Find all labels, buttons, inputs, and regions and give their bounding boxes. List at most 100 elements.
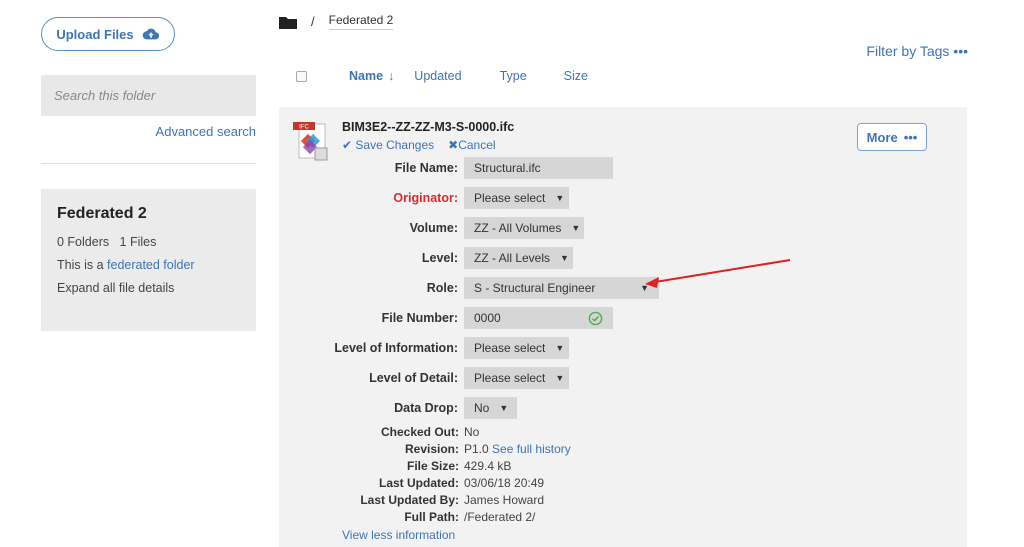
field-value: Please select — [474, 341, 546, 355]
caret-down-icon: ▼ — [571, 223, 581, 233]
breadcrumb: / Federated 2 — [279, 13, 394, 30]
meta-label: Last Updated By: — [360, 493, 459, 507]
caret-down-icon: ▼ — [555, 373, 565, 383]
folder-title: Federated 2 — [57, 205, 147, 222]
meta-value: 03/06/18 20:49 — [464, 476, 545, 490]
meta-last-updated: Last Updated: 03/06/18 20:49 — [279, 475, 544, 492]
meta-label: Last Updated: — [378, 476, 459, 490]
field-value: ZZ - All Levels — [474, 251, 551, 265]
field-role: Role: S - Structural Engineer ▼ — [279, 277, 659, 299]
more-button[interactable]: More ••• — [857, 123, 927, 151]
field-value: ZZ - All Volumes — [474, 221, 562, 235]
advanced-search-link[interactable]: Advanced search — [156, 124, 256, 139]
file-name-input[interactable]: Structural.ifc — [464, 157, 613, 179]
field-volume: Volume: ZZ - All Volumes ▼ — [279, 217, 584, 239]
save-changes-button[interactable]: ✔ Save Changes — [342, 138, 434, 152]
column-updated[interactable]: Updated — [414, 69, 461, 83]
field-label: Role: — [426, 281, 458, 295]
field-value: Please select — [474, 191, 546, 205]
field-label: Originator: — [393, 191, 458, 205]
meta-full-path: Full Path: /Federated 2/ — [279, 509, 535, 526]
column-headers: Name ↓ Updated Type Size — [296, 69, 588, 83]
meta-revision: Revision: P1.0 See full history — [279, 441, 571, 458]
upload-files-label: Upload Files — [56, 26, 134, 42]
field-label: File Name: — [394, 161, 458, 175]
valid-check-icon — [588, 311, 603, 325]
field-file-name: File Name: Structural.ifc — [279, 157, 613, 179]
upload-files-button[interactable]: Upload Files — [41, 17, 175, 51]
meta-updated-by: Last Updated By: James Howard — [279, 492, 544, 509]
cancel-button[interactable]: ✖Cancel — [448, 138, 495, 152]
sort-desc-icon[interactable]: ↓ — [388, 69, 394, 83]
file-number-input[interactable]: 0000 — [464, 307, 613, 329]
meta-label: Full Path: — [404, 510, 459, 524]
edit-actions: ✔ Save Changes ✖Cancel — [342, 138, 496, 152]
field-label: Level of Information: — [334, 341, 458, 355]
breadcrumb-separator: / — [311, 14, 315, 29]
view-less-link[interactable]: View less information — [342, 528, 455, 542]
caret-down-icon: ▼ — [640, 283, 649, 293]
field-file-number: File Number: 0000 — [279, 307, 613, 329]
federated-folder-link[interactable]: federated folder — [107, 258, 195, 272]
field-label: Level of Detail: — [369, 371, 458, 385]
field-label: Volume: — [409, 221, 458, 235]
save-changes-label: Save Changes — [355, 138, 435, 152]
data-drop-select[interactable]: No ▼ — [464, 397, 517, 419]
folder-counts: 0 Folders 1 Files — [57, 235, 240, 249]
select-all-checkbox[interactable] — [296, 70, 307, 82]
file-details-panel: IFC BIM3E2--ZZ-ZZ-M3-S-0000.ifc ✔ Save C… — [279, 107, 967, 547]
meta-label: Checked Out: — [380, 425, 459, 439]
originator-select[interactable]: Please select ▼ — [464, 187, 569, 209]
field-value: 0000 — [474, 311, 501, 325]
filter-by-tags-button[interactable]: Filter by Tags ••• — [866, 43, 968, 59]
divider — [41, 163, 256, 164]
meta-file-size: File Size: 429.4 kB — [279, 458, 511, 475]
level-of-information-select[interactable]: Please select ▼ — [464, 337, 569, 359]
column-type[interactable]: Type — [500, 69, 527, 83]
expand-all-link[interactable]: Expand all file details — [57, 281, 240, 295]
meta-value: James Howard — [464, 493, 545, 507]
cancel-x-icon: ✖ — [448, 138, 459, 152]
file-title[interactable]: BIM3E2--ZZ-ZZ-M3-S-0000.ifc — [342, 120, 514, 134]
search-placeholder: Search this folder — [54, 88, 156, 103]
field-level-of-information: Level of Information: Please select ▼ — [279, 337, 569, 359]
federated-prefix: This is a — [57, 258, 108, 272]
meta-value: /Federated 2/ — [464, 510, 536, 524]
folders-count: 0 Folders — [57, 235, 110, 249]
field-label: Data Drop: — [394, 401, 458, 415]
field-value: Please select — [474, 371, 546, 385]
column-size[interactable]: Size — [564, 69, 588, 83]
field-value: S - Structural Engineer — [474, 281, 596, 295]
meta-label: Revision: — [404, 442, 459, 456]
files-count: 1 Files — [119, 235, 157, 249]
field-level: Level: ZZ - All Levels ▼ — [279, 247, 573, 269]
caret-down-icon: ▼ — [499, 403, 509, 413]
field-originator: Originator: Please select ▼ — [279, 187, 569, 209]
role-select[interactable]: S - Structural Engineer ▼ — [464, 277, 659, 299]
federated-note: This is a federated folder — [57, 258, 240, 272]
meta-checked-out: Checked Out: No — [279, 424, 479, 441]
cloud-upload-icon — [142, 28, 159, 40]
ifc-file-icon: IFC — [293, 122, 328, 161]
field-label: Level: — [421, 251, 458, 265]
cancel-label: Cancel — [458, 138, 496, 152]
level-of-detail-select[interactable]: Please select ▼ — [464, 367, 569, 389]
breadcrumb-current: Federated 2 — [328, 13, 394, 30]
field-label: File Number: — [381, 311, 458, 325]
caret-down-icon: ▼ — [555, 193, 565, 203]
search-input[interactable]: Search this folder — [41, 75, 256, 116]
full-history-link[interactable]: See full history — [492, 442, 571, 456]
folder-info-panel: Federated 2 0 Folders 1 Files This is a … — [41, 189, 256, 331]
field-level-of-detail: Level of Detail: Please select ▼ — [279, 367, 569, 389]
more-dots-icon: ••• — [903, 129, 918, 145]
meta-label: File Size: — [406, 459, 459, 473]
field-value: No — [474, 401, 490, 415]
level-select[interactable]: ZZ - All Levels ▼ — [464, 247, 573, 269]
field-value: Structural.ifc — [474, 161, 541, 175]
volume-select[interactable]: ZZ - All Volumes ▼ — [464, 217, 584, 239]
meta-value: P1.0 See full history — [464, 441, 571, 458]
meta-value: 429.4 kB — [464, 459, 512, 473]
folder-icon[interactable] — [279, 15, 297, 29]
column-name[interactable]: Name — [349, 69, 383, 83]
caret-down-icon: ▼ — [560, 253, 569, 263]
